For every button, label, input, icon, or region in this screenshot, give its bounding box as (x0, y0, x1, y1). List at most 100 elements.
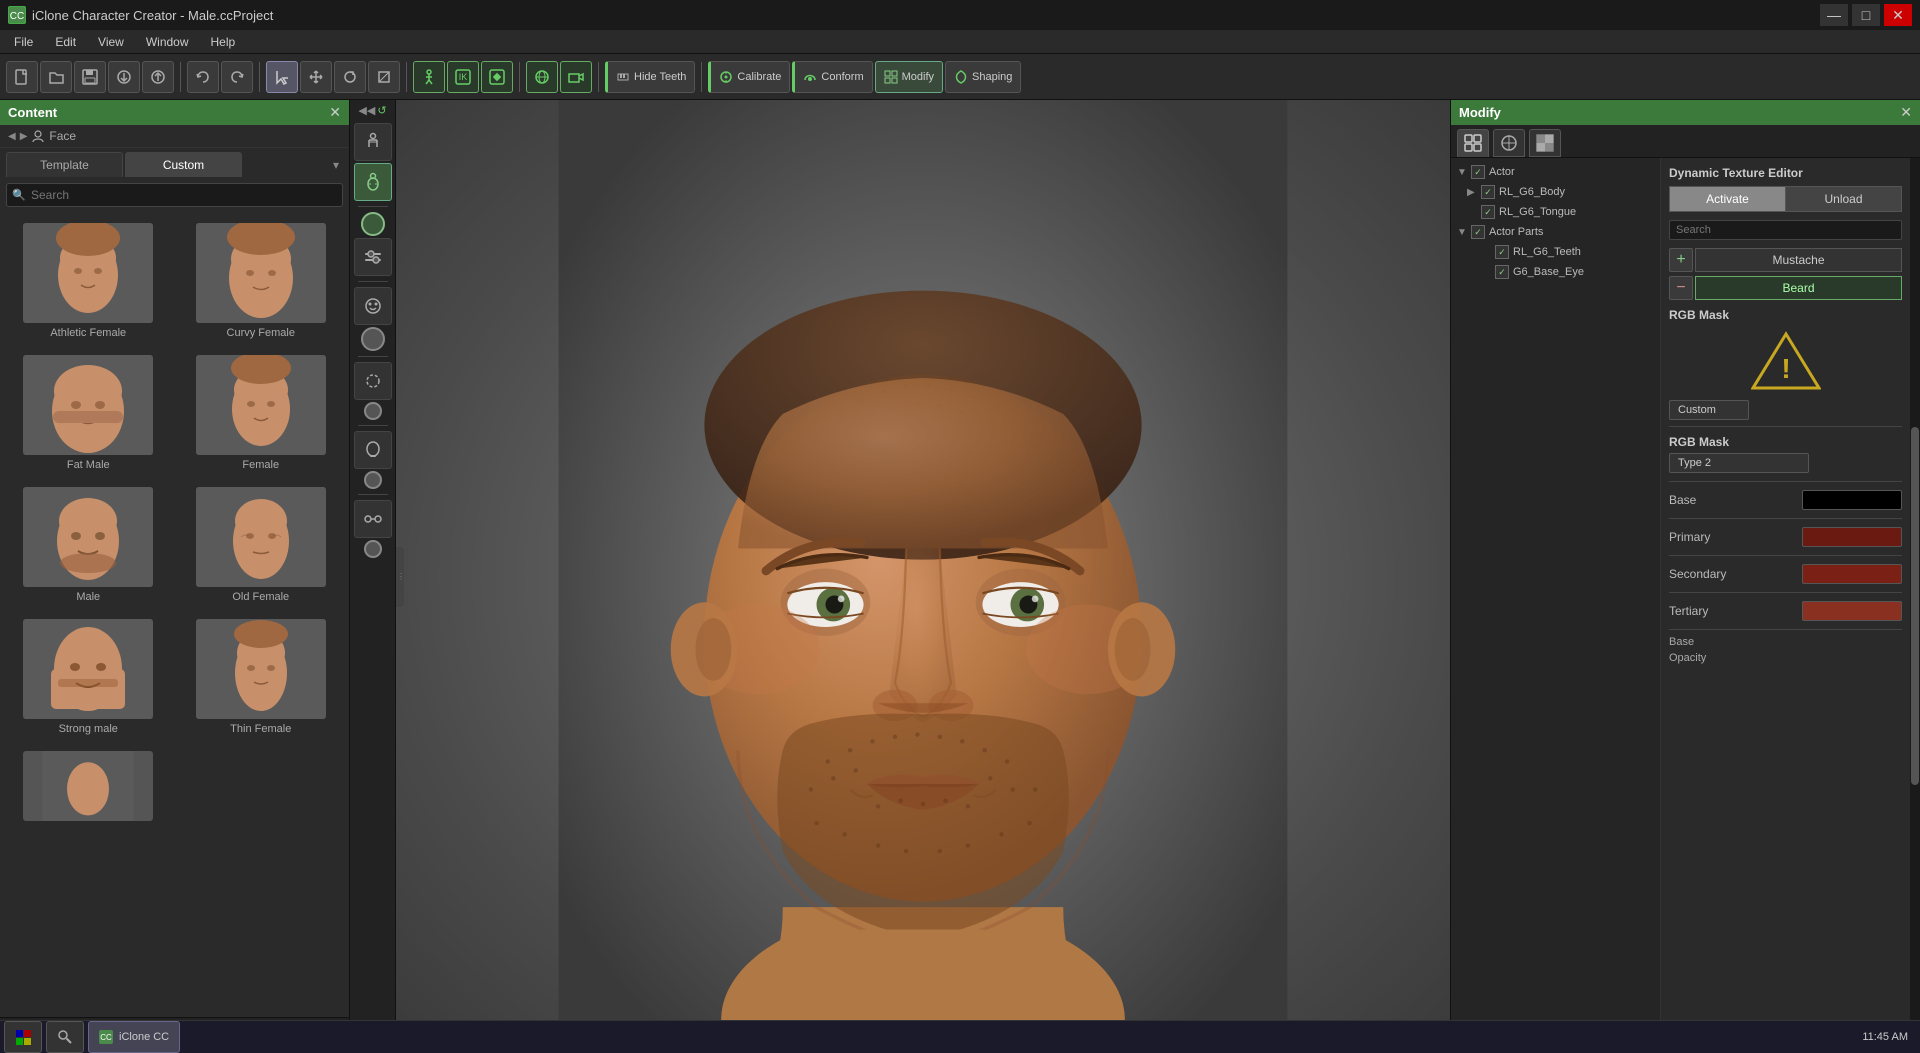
secondary-color-swatch[interactable] (1802, 564, 1902, 584)
open-button[interactable] (40, 61, 72, 93)
rotate-button[interactable] (334, 61, 366, 93)
tab-modify-texture[interactable] (1493, 129, 1525, 157)
breadcrumb-face[interactable]: Face (49, 129, 76, 143)
taskbar-cc-app[interactable]: CC iClone CC (88, 1021, 180, 1053)
keyframe-button[interactable] (481, 61, 513, 93)
head-tool[interactable] (354, 431, 392, 469)
tree-rl-g6-body[interactable]: ▶ ✓ RL_G6_Body (1451, 182, 1660, 202)
save-button[interactable] (74, 61, 106, 93)
taskbar-start[interactable] (4, 1021, 42, 1053)
content-panel-close[interactable]: ✕ (329, 104, 341, 121)
tree-check-teeth[interactable]: ✓ (1495, 245, 1509, 259)
breadcrumb-back[interactable]: ◀ (8, 131, 16, 142)
menu-edit[interactable]: Edit (45, 33, 86, 51)
hide-teeth-button[interactable]: Hide Teeth (605, 61, 695, 93)
primary-color-swatch[interactable] (1802, 527, 1902, 547)
shaping-label: Shaping (972, 71, 1012, 83)
viewport-resize-left[interactable]: ⋮ (396, 547, 404, 607)
rgb-type-select[interactable]: Type 2 (1669, 453, 1809, 473)
face-item-old-female[interactable]: Old Female (179, 483, 344, 607)
shaping-button[interactable]: Shaping (945, 61, 1021, 93)
activate-button[interactable]: Activate (1669, 186, 1785, 212)
slider-3[interactable] (364, 402, 382, 420)
tree-check-body[interactable]: ✓ (1481, 185, 1495, 199)
tab-template[interactable]: Template (6, 152, 123, 177)
redo-button[interactable] (221, 61, 253, 93)
face-item-curvy-female[interactable]: Curvy Female (179, 219, 344, 343)
base-color-swatch[interactable] (1802, 490, 1902, 510)
unload-button[interactable]: Unload (1785, 186, 1902, 212)
modify-panel-close[interactable]: ✕ (1900, 104, 1912, 121)
tree-actor-parts[interactable]: ▼ ✓ Actor Parts (1451, 222, 1660, 242)
base-opacity-label: Base (1669, 636, 1694, 648)
minimize-button[interactable]: — (1820, 4, 1848, 26)
menu-window[interactable]: Window (136, 33, 199, 51)
tree-check-eye[interactable]: ✓ (1495, 265, 1509, 279)
tab-custom[interactable]: Custom (125, 152, 242, 177)
tree-actor[interactable]: ▼ ✓ Actor (1451, 162, 1660, 182)
tree-rl-g6-tongue[interactable]: ✓ RL_G6_Tongue (1451, 202, 1660, 222)
new-button[interactable] (6, 61, 38, 93)
tertiary-color-swatch[interactable] (1802, 601, 1902, 621)
menu-help[interactable]: Help (201, 33, 246, 51)
select-button[interactable] (266, 61, 298, 93)
taskbar-search[interactable] (46, 1021, 84, 1053)
custom-select[interactable]: Custom (1669, 400, 1749, 420)
tree-check-tongue[interactable]: ✓ (1481, 205, 1495, 219)
world-button[interactable] (526, 61, 558, 93)
export-button[interactable] (142, 61, 174, 93)
face-item-female[interactable]: Female (179, 351, 344, 475)
import-button[interactable] (108, 61, 140, 93)
tree-g6-base-eye[interactable]: ✓ G6_Base_Eye (1451, 262, 1660, 282)
face-label-athletic-female: Athletic Female (50, 327, 126, 339)
ik-button[interactable]: IK (447, 61, 479, 93)
face-item-male[interactable]: Male (6, 483, 171, 607)
tree-check-parts[interactable]: ✓ (1471, 225, 1485, 239)
slider-5[interactable] (364, 540, 382, 558)
calibrate-button[interactable]: Calibrate (708, 61, 790, 93)
breadcrumb-forward[interactable]: ▶ (20, 131, 28, 142)
slider-1[interactable] (361, 212, 385, 236)
contour-tool[interactable] (354, 362, 392, 400)
tree-label-parts: Actor Parts (1489, 226, 1654, 238)
beard-label[interactable]: Beard (1695, 276, 1902, 300)
scale-button[interactable] (368, 61, 400, 93)
face-morph-tool[interactable] (354, 163, 392, 201)
move-button[interactable] (300, 61, 332, 93)
face-item-strong-male[interactable]: Strong male (6, 615, 171, 739)
sidebar-refresh[interactable]: ↺ (377, 104, 386, 117)
menu-file[interactable]: File (4, 33, 43, 51)
maximize-button[interactable]: □ (1852, 4, 1880, 26)
collapse-arrow[interactable]: ▾ (244, 152, 343, 178)
tab-modify-main[interactable] (1457, 129, 1489, 157)
face-item-extra[interactable] (6, 747, 171, 827)
pose-button[interactable] (413, 61, 445, 93)
content-search-input[interactable] (6, 183, 343, 207)
undo-button[interactable] (187, 61, 219, 93)
right-scrollbar-track[interactable] (1910, 158, 1920, 1053)
accessory-tool[interactable] (354, 500, 392, 538)
tab-modify-checkerboard[interactable] (1529, 129, 1561, 157)
conform-button[interactable]: Conform (792, 61, 872, 93)
face-item-athletic-female[interactable]: Athletic Female (6, 219, 171, 343)
props-search-input[interactable] (1669, 220, 1902, 240)
sidebar-expand-left[interactable]: ◀◀ (358, 104, 375, 117)
expression-tool[interactable] (354, 287, 392, 325)
viewport[interactable]: ⋮ (396, 100, 1450, 1053)
face-item-fat-male[interactable]: Fat Male (6, 351, 171, 475)
body-morph-tool[interactable] (354, 123, 392, 161)
slider-tool[interactable] (354, 238, 392, 276)
slider-4[interactable] (364, 471, 382, 489)
right-scrollbar-thumb[interactable] (1911, 427, 1919, 785)
tree-check-actor[interactable]: ✓ (1471, 165, 1485, 179)
camera-button[interactable] (560, 61, 592, 93)
mustache-label[interactable]: Mustache (1695, 248, 1902, 272)
menu-view[interactable]: View (88, 33, 134, 51)
mustache-add-button[interactable]: + (1669, 248, 1693, 272)
tree-rl-g6-teeth[interactable]: ✓ RL_G6_Teeth (1451, 242, 1660, 262)
slider-2[interactable] (361, 327, 385, 351)
beard-remove-button[interactable]: − (1669, 276, 1693, 300)
face-item-thin-female[interactable]: Thin Female (179, 615, 344, 739)
modify-button[interactable]: Modify (875, 61, 943, 93)
close-button[interactable]: ✕ (1884, 4, 1912, 26)
